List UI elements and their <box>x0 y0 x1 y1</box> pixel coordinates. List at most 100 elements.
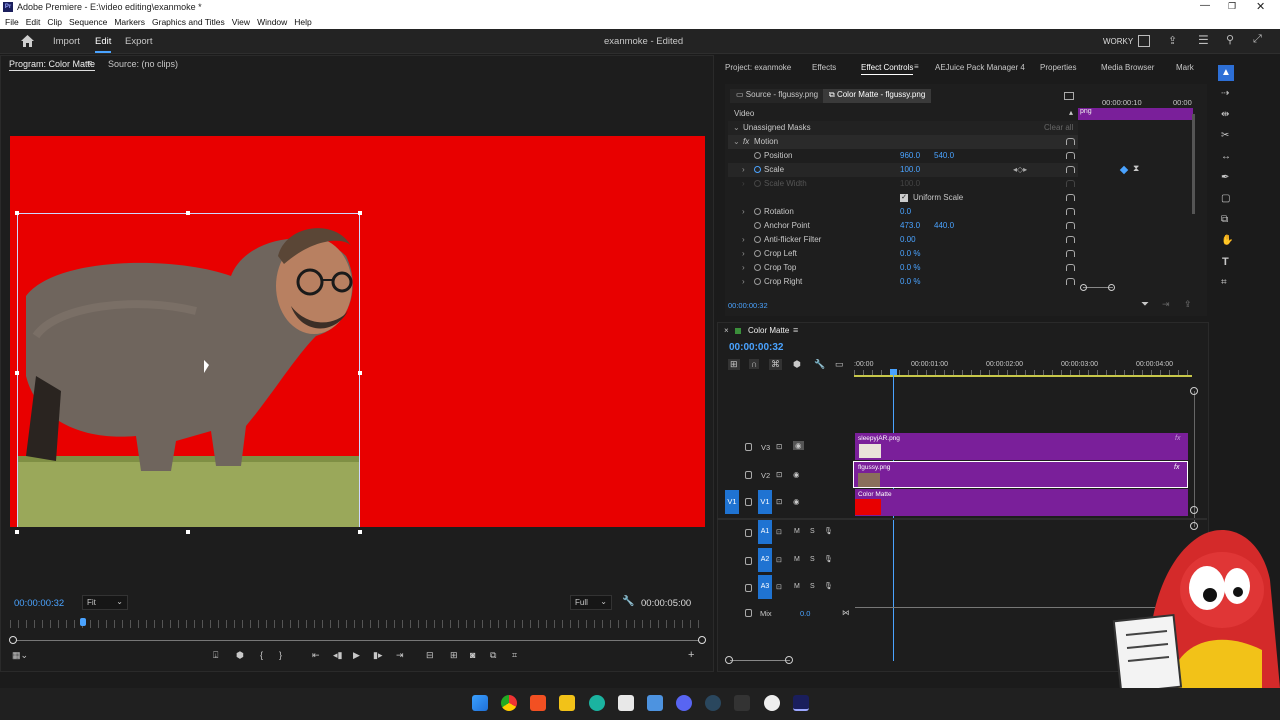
sync-icon[interactable]: ⊡ <box>776 583 782 591</box>
transform-handle[interactable] <box>15 371 19 375</box>
tab-menu-icon[interactable]: ≡ <box>793 325 798 335</box>
zoom-handle-left[interactable] <box>9 636 17 644</box>
transform-handle[interactable] <box>186 211 190 215</box>
mic-icon[interactable]: 🎙 <box>824 582 833 590</box>
timeline-zoom-handle[interactable] <box>725 656 733 664</box>
tab-effect-controls[interactable]: Effect Controls <box>861 63 914 75</box>
clip-v1[interactable]: Color Matte <box>855 489 1188 516</box>
property-value[interactable]: 0.0 <box>900 205 911 219</box>
reset-icon[interactable] <box>1066 208 1075 215</box>
reset-icon[interactable] <box>1066 152 1075 159</box>
program-tab[interactable]: Program: Color Matte <box>9 59 96 71</box>
lock-icon[interactable] <box>745 443 752 451</box>
wrench-icon[interactable]: 🔧 <box>622 596 634 607</box>
sync-icon[interactable]: ⊡ <box>776 528 782 536</box>
sync-icon[interactable]: ⊡ <box>776 556 782 564</box>
mix-value[interactable]: 0.0 <box>800 609 810 618</box>
go-to-in-icon[interactable]: ⇤ <box>312 650 320 661</box>
reset-icon[interactable] <box>1066 194 1075 201</box>
mix-end-icon[interactable]: ⋈ <box>842 608 850 617</box>
reset-icon[interactable] <box>1066 222 1075 229</box>
marker-icon[interactable]: ⬢ <box>236 650 244 661</box>
step-back-icon[interactable]: ◂▮ <box>333 650 342 661</box>
property-value-y[interactable]: 440.0 <box>934 219 954 233</box>
menu-item-edit[interactable]: Edit <box>26 17 41 27</box>
tab-media-browser[interactable]: Media Browser <box>1101 63 1154 72</box>
captions-icon[interactable]: ▭ <box>835 359 844 370</box>
extract-icon[interactable]: ⊞ <box>450 650 458 661</box>
store-icon[interactable] <box>618 695 634 711</box>
track-target-a3[interactable]: A3 <box>758 575 772 599</box>
menu-item-view[interactable]: View <box>232 17 250 27</box>
mini-zoom-handle[interactable] <box>1108 284 1115 291</box>
eye-icon[interactable]: ◉ <box>793 470 800 479</box>
solo-button[interactable]: S <box>810 528 815 535</box>
expand-arrow-icon[interactable]: ⌄ <box>733 121 740 135</box>
transform-handle[interactable] <box>15 530 19 534</box>
file-explorer-icon[interactable] <box>559 695 575 711</box>
tab-properties[interactable]: Properties <box>1040 63 1076 72</box>
edit-tab[interactable]: Edit <box>95 36 112 53</box>
mix-track[interactable]: Mix 0.0 ⋈ <box>745 608 855 620</box>
pen-tool-icon[interactable]: ✒ <box>1221 172 1229 183</box>
mini-scrollbar[interactable] <box>1192 114 1195 214</box>
tab-aejuice[interactable]: AEJuice Pack Manager 4 <box>935 63 1025 72</box>
playhead-handle[interactable] <box>890 369 897 375</box>
clip-v2[interactable]: flgussy.png fx <box>853 461 1188 488</box>
timeline-zoom-handle[interactable] <box>785 656 793 664</box>
mini-clip[interactable]: png <box>1078 108 1193 120</box>
windows-start-icon[interactable] <box>472 695 488 711</box>
track-header-v1[interactable]: V1 V1 ⊡ ◉ <box>725 490 855 514</box>
timeline-timecode[interactable]: 00:00:00:32 <box>729 342 783 353</box>
snap-icon[interactable]: ∩ <box>749 359 760 369</box>
discord-icon[interactable] <box>676 695 692 711</box>
selection-tool-icon[interactable]: ▲ <box>1218 65 1234 81</box>
timeline-ruler[interactable]: :00:00 00:00:01:00 00:00:02:00 00:00:03:… <box>854 361 1194 377</box>
scroll-handle[interactable] <box>1190 387 1198 395</box>
property-row-uniform-scale[interactable]: ✓ Uniform Scale <box>728 191 1078 205</box>
menu-item-sequence[interactable]: Sequence <box>69 17 107 27</box>
panel-toggle-icon[interactable] <box>1064 92 1074 100</box>
mute-button[interactable]: M <box>794 583 800 590</box>
play-icon[interactable]: ▶ <box>353 650 360 661</box>
stopwatch-icon[interactable] <box>754 152 761 159</box>
source-clip-tab[interactable]: ▭ Source - flgussy.png <box>730 89 825 103</box>
mini-timeline[interactable]: 00:00:00:10 00:00 png ⧗ <box>1078 94 1193 294</box>
stopwatch-icon[interactable] <box>754 166 761 173</box>
transform-handle[interactable] <box>186 530 190 534</box>
mark-in-icon[interactable]: { <box>260 650 263 660</box>
sync-icon[interactable]: ⊡ <box>776 497 782 506</box>
program-playhead[interactable] <box>80 618 86 626</box>
stopwatch-icon[interactable] <box>754 278 761 285</box>
export-icon[interactable]: ⇪ <box>1184 299 1192 310</box>
epic-games-icon[interactable] <box>734 695 750 711</box>
property-value[interactable]: 100.0 <box>900 163 920 177</box>
export-tab[interactable]: Export <box>125 36 152 47</box>
track-target-a1[interactable]: A1 <box>758 520 772 544</box>
expand-arrow-icon[interactable]: ⌄ <box>733 135 740 149</box>
menu-item-help[interactable]: Help <box>294 17 311 27</box>
track-header-a2[interactable]: A2 ⊡ M S 🎙 <box>745 548 845 572</box>
slip-tool-icon[interactable]: ↔ <box>1221 151 1231 162</box>
lock-icon[interactable] <box>745 529 752 537</box>
caption-tool-icon[interactable]: ⌗ <box>1221 277 1227 288</box>
chrome-icon[interactable] <box>501 695 517 711</box>
stopwatch-icon[interactable] <box>754 208 761 215</box>
zoom-bar[interactable] <box>12 640 702 641</box>
step-forward-icon[interactable]: ⇥ <box>1162 299 1170 310</box>
transform-bounding-box[interactable] <box>17 213 360 527</box>
work-area-bar[interactable] <box>854 375 1192 377</box>
expand-arrow-icon[interactable]: › <box>742 233 745 247</box>
reset-icon[interactable] <box>1066 250 1075 257</box>
brave-icon[interactable] <box>530 695 546 711</box>
mic-icon[interactable]: 🎙 <box>824 527 833 535</box>
lock-icon[interactable] <box>745 471 752 479</box>
property-row-crop-left[interactable]: › Crop Left 0.0 % <box>728 247 1078 261</box>
hand-tool-icon[interactable]: ✋ <box>1221 235 1233 246</box>
program-timecode[interactable]: 00:00:00:32 <box>14 598 64 609</box>
settings-grid-icon[interactable]: ▦⌄ <box>12 650 28 661</box>
property-row-position[interactable]: Position 960.0 540.0 <box>728 149 1078 163</box>
keyframe-nav-icon[interactable]: ◂◇▸ <box>1013 163 1027 177</box>
tab-effects[interactable]: Effects <box>812 63 836 72</box>
close-tab-icon[interactable]: × <box>724 326 729 335</box>
